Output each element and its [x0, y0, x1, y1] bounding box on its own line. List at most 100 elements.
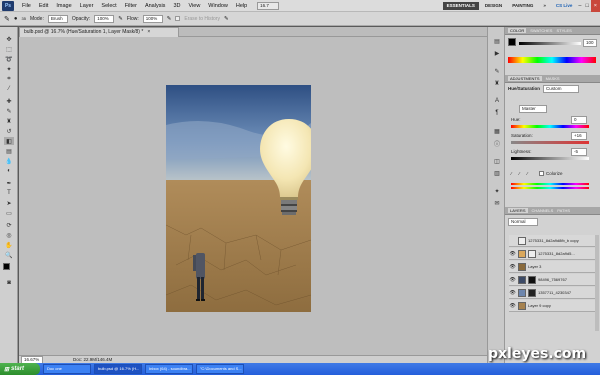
opacity-field[interactable]: 100% — [94, 14, 115, 23]
brightness-slider[interactable] — [519, 42, 581, 45]
character-panel-icon[interactable]: A — [492, 97, 502, 105]
layers-scrollbar[interactable] — [595, 235, 599, 331]
tab-styles[interactable]: STYLES — [556, 28, 571, 33]
menu-view[interactable]: View — [184, 0, 204, 12]
flow-field[interactable]: 100% — [142, 14, 163, 23]
eye-icon[interactable]: 👁 — [509, 290, 516, 296]
type-tool-icon[interactable]: T — [4, 189, 14, 197]
eye-icon[interactable]: 👁 — [509, 264, 516, 270]
foreground-color-swatch[interactable] — [3, 263, 10, 270]
opacity-pressure-icon[interactable]: ✎ — [118, 16, 123, 22]
eye-icon[interactable]: 👁 — [509, 251, 516, 257]
menu-edit[interactable]: Edit — [35, 0, 52, 12]
document-canvas[interactable] — [166, 85, 311, 312]
menu-analysis[interactable]: Analysis — [141, 0, 169, 12]
layer-row[interactable]: 👁 1275331_8d2a9d5... — [509, 248, 595, 260]
eyedropper-minus-icon[interactable]: ⁄ — [527, 171, 528, 176]
lightness-slider[interactable] — [511, 157, 589, 160]
start-button[interactable]: ⊞ start — [0, 363, 40, 375]
eraser-tool-icon[interactable]: ✎ — [4, 15, 10, 23]
pen-tool-icon[interactable]: ✒ — [4, 179, 14, 187]
history-brush-tool-icon[interactable]: ↺ — [4, 127, 14, 135]
tab-paths[interactable]: PATHS — [557, 208, 570, 213]
menu-help[interactable]: Help — [232, 0, 251, 12]
navigator-panel-icon[interactable]: ◫ — [492, 157, 502, 165]
saturation-slider[interactable] — [511, 141, 589, 144]
zoom-field[interactable]: 16.7 — [257, 1, 280, 10]
hue-field[interactable]: 0 — [571, 116, 587, 124]
path-select-tool-icon[interactable]: ➤ — [4, 199, 14, 207]
blend-mode-select[interactable]: Normal — [508, 218, 538, 226]
taskbar-item[interactable]: Inbox (64) - soundbra... — [145, 364, 193, 374]
menu-layer[interactable]: Layer — [76, 0, 98, 12]
quick-mask-icon[interactable]: ◙ — [4, 279, 14, 287]
document-tab[interactable]: bulb.psd @ 16.7% (Hue/Saturation 1, Laye… — [19, 27, 179, 37]
paragraph-panel-icon[interactable]: ¶ — [492, 109, 502, 117]
menu-3d[interactable]: 3D — [169, 0, 184, 12]
eyedropper-icon[interactable]: ⁄ — [511, 171, 512, 176]
eraser-tool-icon-active[interactable]: ◧ — [4, 137, 14, 145]
brush-preset-icon[interactable]: ● — [14, 16, 18, 22]
layer-row[interactable]: 1275331_8d2a9d8fb_b copy — [509, 235, 595, 247]
menu-file[interactable]: File — [18, 0, 35, 12]
workspace-essentials[interactable]: ESSENTIALS — [442, 1, 479, 10]
actions-panel-icon[interactable]: ▶ — [492, 49, 502, 57]
close-tab-icon[interactable]: × — [147, 28, 150, 37]
shape-tool-icon[interactable]: ▭ — [4, 209, 14, 217]
move-tool-icon[interactable]: ✥ — [4, 35, 14, 43]
cs-live-button[interactable]: CS Live — [552, 2, 577, 10]
info-panel-icon[interactable]: ⓘ — [492, 139, 502, 148]
tab-masks[interactable]: MASKS — [546, 76, 560, 81]
preset-select[interactable]: Custom — [543, 85, 579, 93]
crop-tool-icon[interactable]: ⌗ — [4, 75, 14, 83]
taskbar-item[interactable]: bulb.psd @ 16.7% (H... — [94, 364, 142, 374]
eyedropper-tool-icon[interactable]: ⁄ — [4, 85, 14, 93]
eye-icon[interactable]: 👁 — [509, 277, 516, 283]
workspace-more[interactable]: » — [539, 2, 550, 10]
tab-channels[interactable]: CHANNELS — [532, 208, 554, 213]
menu-filter[interactable]: Filter — [121, 0, 141, 12]
marquee-tool-icon[interactable]: ⬚ — [4, 45, 14, 53]
notes-panel-icon[interactable]: ✉ — [492, 199, 502, 207]
erase-history-checkbox[interactable] — [175, 16, 181, 21]
color-value-field[interactable]: 100 — [583, 39, 597, 47]
3d-panel-icon[interactable]: ▦ — [492, 127, 502, 135]
pressure-size-icon[interactable]: ✎ — [224, 16, 229, 22]
mode-select[interactable]: Brush — [47, 14, 68, 23]
eye-icon[interactable]: 👁 — [509, 303, 516, 309]
quick-select-tool-icon[interactable]: ✦ — [4, 65, 14, 73]
taskbar-item[interactable]: Doc one — [43, 364, 91, 374]
history-panel-icon[interactable]: ▤ — [492, 37, 502, 45]
workspace-design[interactable]: DESIGN — [481, 2, 506, 10]
3d-rotate-tool-icon[interactable]: ⟳ — [4, 221, 14, 229]
fg-color-chip[interactable] — [508, 38, 516, 46]
minimize-icon[interactable]: – — [576, 0, 583, 12]
tab-color[interactable]: COLOR — [508, 28, 527, 33]
channel-select[interactable]: Master — [519, 105, 547, 113]
menu-image[interactable]: Image — [52, 0, 75, 12]
workspace-painting[interactable]: PAINTING — [508, 2, 537, 10]
lasso-tool-icon[interactable]: ➰ — [4, 55, 14, 63]
clone-source-panel-icon[interactable]: ♜ — [492, 79, 502, 87]
brushes-panel-icon[interactable]: ✎ — [492, 67, 502, 75]
color-spectrum[interactable] — [508, 57, 596, 63]
saturation-field[interactable]: +16 — [571, 132, 587, 140]
lightness-field[interactable]: -5 — [571, 148, 587, 156]
colorize-checkbox[interactable] — [539, 171, 544, 176]
brush-tool-icon[interactable]: ✎ — [4, 107, 14, 115]
gradient-tool-icon[interactable]: ▤ — [4, 147, 14, 155]
restore-icon[interactable]: □ — [583, 0, 590, 12]
menu-window[interactable]: Window — [204, 0, 232, 12]
layer-row[interactable]: 👁 98496_7569767 — [509, 274, 595, 286]
zoom-tool-icon[interactable]: 🔍 — [4, 251, 14, 259]
menu-select[interactable]: Select — [97, 0, 120, 12]
tab-adjustments[interactable]: ADJUSTMENTS — [508, 76, 542, 81]
healing-tool-icon[interactable]: ✚ — [4, 97, 14, 105]
blur-tool-icon[interactable]: 💧 — [4, 157, 14, 165]
close-window-icon[interactable]: × — [590, 0, 600, 12]
taskbar-item[interactable]: "C:\Documents and S... — [196, 364, 244, 374]
stamp-tool-icon[interactable]: ♜ — [4, 117, 14, 125]
3d-camera-tool-icon[interactable]: ◎ — [4, 231, 14, 239]
tool-presets-panel-icon[interactable]: ✦ — [492, 187, 502, 195]
eyedropper-plus-icon[interactable]: ⁄ — [519, 171, 520, 176]
